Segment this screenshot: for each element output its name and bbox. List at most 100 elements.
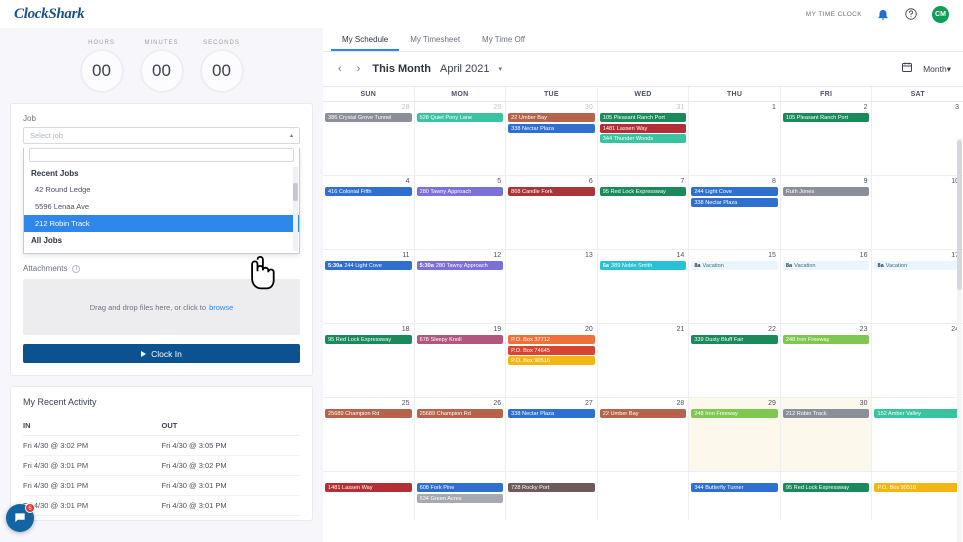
calendar-event[interactable]: 248 Iron Freeway <box>782 335 870 344</box>
calendar-day-cell[interactable]: 1481 Lassen Way <box>323 472 415 520</box>
calendar-event[interactable]: 5:30a 244 Light Cove <box>325 261 412 270</box>
calendar-day-cell[interactable]: 28 22 Umber Bay <box>598 398 690 471</box>
tab-my-schedule[interactable]: My Schedule <box>331 28 400 51</box>
tab-my-time-off[interactable]: My Time Off <box>471 28 536 51</box>
calendar-day-cell[interactable]: P.O. Box 90516 <box>872 472 963 520</box>
calendar-day-cell[interactable]: 28 386 Crystal Grove Tunnel <box>323 102 415 175</box>
calendar-day-cell[interactable]: 608 Fork Pine 634 Green Acres <box>415 472 507 520</box>
help-circle-icon[interactable] <box>904 7 918 21</box>
calendar-day-cell[interactable]: 17 8a Vacation <box>872 250 963 323</box>
calendar-day-cell[interactable]: 20 P.O. Box 37712 P.O. Box 74645 P.O. Box 9… <box>506 324 598 397</box>
calendar-day-cell[interactable]: 4 416 Colonial Fifth <box>323 176 415 249</box>
calendar-event[interactable]: 212 Robin Track <box>782 409 870 418</box>
calendar-event[interactable]: 1481 Lassen Way <box>325 483 412 492</box>
calendar-event[interactable]: 344 Butterfly Turner <box>691 483 778 492</box>
calendar-event[interactable]: 25689 Champion Rd <box>416 409 504 418</box>
calendar-day-cell[interactable]: 7 95 Red Lock Expressway <box>598 176 690 249</box>
calendar-day-cell[interactable]: 23 248 Iron Freeway <box>781 324 873 397</box>
calendar-day-cell[interactable]: 15 8a Vacation <box>689 250 781 323</box>
calendar-event[interactable]: 344 Thunder Woods <box>599 134 687 143</box>
chevron-down-icon[interactable]: ▾ <box>499 65 503 73</box>
calendar-day-cell[interactable]: 30 22 Umber Bay 338 Nectar Plaza <box>506 102 598 175</box>
calendar-scrollbar-thumb[interactable] <box>957 140 962 290</box>
tab-my-timesheet[interactable]: My Timesheet <box>399 28 471 51</box>
calendar-event[interactable]: 280 Tawny Approach <box>416 187 504 196</box>
calendar-day-cell[interactable]: 14 6a 389 Noble Smith <box>598 250 690 323</box>
calendar-day-cell[interactable]: 344 Butterfly Turner <box>689 472 781 520</box>
avatar[interactable]: CM <box>932 5 949 23</box>
dropdown-scrollbar-thumb[interactable] <box>293 183 298 201</box>
browse-link[interactable]: browse <box>209 303 233 312</box>
info-icon[interactable]: i <box>72 264 81 273</box>
calendar-day-cell[interactable]: 8 244 Light Cove 338 Nectar Plaza <box>689 176 781 249</box>
view-mode-selector[interactable]: Month▾ <box>923 64 951 75</box>
calendar-event[interactable]: 8a Vacation <box>691 261 778 270</box>
calendar-day-cell[interactable]: 24 <box>872 324 963 397</box>
calendar-day-cell[interactable]: 2 105 Pleasant Ranch Port <box>781 102 873 175</box>
calendar-event[interactable]: 95 Red Lock Expressway <box>325 335 412 344</box>
calendar-day-cell[interactable]: 22 339 Dusty Bluff Fair <box>689 324 781 397</box>
calendar-event[interactable]: 728 Rocky Port <box>508 483 595 492</box>
job-option-5596-lenaa-ave[interactable]: 5596 Lenaa Ave <box>24 198 299 215</box>
calendar-event[interactable]: 528 Quiet Pony Lane <box>416 113 504 122</box>
calendar-day-cell[interactable]: 26 25689 Champion Rd <box>415 398 507 471</box>
calendar-day-cell[interactable]: 13 <box>506 250 598 323</box>
calendar-day-cell[interactable]: 25 25689 Champion Rd <box>323 398 415 471</box>
calendar-event[interactable]: 105 Pleasant Ranch Port <box>599 113 687 122</box>
calendar-day-cell[interactable]: 19 678 Sleepy Knoll <box>415 324 507 397</box>
calendar-event[interactable]: 1481 Lassen Way <box>599 123 687 133</box>
calendar-event[interactable]: 338 Nectar Plaza <box>508 123 595 133</box>
calendar-day-cell[interactable]: 728 Rocky Port <box>506 472 598 520</box>
calendar-day-cell[interactable]: 5 280 Tawny Approach <box>415 176 507 249</box>
calendar-event[interactable]: 95 Red Lock Expressway <box>782 483 870 492</box>
calendar-event[interactable]: P.O. Box 74645 <box>508 345 595 355</box>
chevron-left-icon[interactable]: ‹ <box>335 63 345 75</box>
calendar-event[interactable]: 244 Light Cove <box>691 187 778 196</box>
calendar-day-cell[interactable]: 21 <box>598 324 690 397</box>
calendar-event[interactable]: 678 Sleepy Knoll <box>416 335 504 344</box>
calendar-event[interactable]: 338 Nectar Plaza <box>691 197 778 207</box>
job-option-212-robin-track[interactable]: 212 Robin Track <box>24 215 299 232</box>
calendar-day-cell[interactable]: 11 5:30a 244 Light Cove <box>323 250 415 323</box>
calendar-day-cell[interactable]: 152 Amber Valley <box>872 398 963 471</box>
file-dropzone[interactable]: Drag and drop files here, or click to br… <box>23 279 300 335</box>
job-option-42-round-ledge[interactable]: 42 Round Ledge <box>24 181 299 198</box>
calendar-period-value[interactable]: April 2021 <box>440 63 490 75</box>
calendar-event[interactable]: 608 Fork Pine <box>416 483 504 492</box>
calendar-event[interactable]: 868 Candle Fork <box>508 187 595 196</box>
calendar-day-cell[interactable]: 30 212 Robin Track <box>780 398 873 471</box>
calendar-event[interactable]: 25689 Champion Rd <box>325 409 412 418</box>
calendar-event[interactable]: 248 Iron Freeway <box>691 409 778 418</box>
calendar-day-cell[interactable]: 27 338 Nectar Plaza <box>506 398 598 471</box>
table-row[interactable]: Fri 4/30 @ 3:01 PM Fri 4/30 @ 3:02 PM <box>23 455 300 476</box>
calendar-event[interactable]: P.O. Box 37712 <box>508 335 595 344</box>
calendar-event[interactable]: 416 Colonial Fifth <box>325 187 412 196</box>
calendar-event[interactable]: P.O. Box 90516 <box>874 483 962 492</box>
table-row[interactable]: Fri 4/30 @ 3:01 PM Fri 4/30 @ 3:01 PM <box>23 475 300 496</box>
calendar-event[interactable]: 339 Dusty Bluff Fair <box>691 335 778 344</box>
calendar-day-cell[interactable]: 12 5:30a 280 Tawny Approach <box>415 250 507 323</box>
chat-widget-button[interactable]: 6 <box>6 503 35 532</box>
calendar-day-cell[interactable]: 1 <box>689 102 781 175</box>
calendar-day-cell[interactable]: 6 868 Candle Fork <box>506 176 598 249</box>
job-option-1-iron-third-apartments[interactable]: 1 Iron Third Apartments <box>24 248 299 253</box>
calendar-icon[interactable] <box>901 60 913 78</box>
bell-icon[interactable] <box>876 7 890 21</box>
calendar-day-cell[interactable]: 29 528 Quiet Pony Lane <box>415 102 507 175</box>
calendar-day-cell[interactable]: 95 Red Lock Expressway <box>781 472 873 520</box>
calendar-event[interactable]: 338 Nectar Plaza <box>508 409 595 418</box>
calendar-event[interactable]: 95 Red Lock Expressway <box>599 187 687 196</box>
clockshark-logo[interactable]: ClockShark <box>14 6 85 23</box>
calendar-day-cell[interactable] <box>598 472 690 520</box>
job-search-input[interactable] <box>29 148 294 162</box>
clock-in-button[interactable]: Clock In <box>23 344 300 363</box>
calendar-event[interactable]: 105 Pleasant Ranch Port <box>782 113 870 122</box>
calendar-event[interactable]: 22 Umber Bay <box>508 113 595 122</box>
dropdown-scrollbar-track[interactable] <box>293 167 298 251</box>
table-row[interactable]: Fri 4/30 @ 3:01 PM Fri 4/30 @ 3:01 PM <box>23 495 300 516</box>
calendar-event[interactable]: 386 Crystal Grove Tunnel <box>325 113 412 122</box>
calendar-event[interactable]: 6a 389 Noble Smith <box>599 261 687 270</box>
calendar-event[interactable]: 634 Green Acres <box>416 493 504 503</box>
calendar-event[interactable]: 22 Umber Bay <box>599 409 687 418</box>
calendar-day-cell[interactable]: 9 Ruth Jones <box>781 176 873 249</box>
